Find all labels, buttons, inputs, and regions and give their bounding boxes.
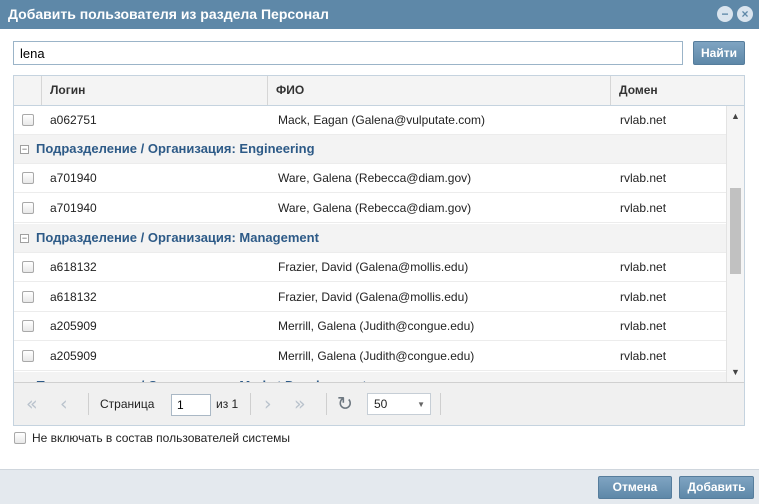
cell-domain: rvlab.net xyxy=(620,319,667,333)
cell-login: a618132 xyxy=(50,290,97,304)
group-label: Подразделение / Организация: Engineering xyxy=(36,141,315,156)
group-label: Подразделение / Организация: Market Deve… xyxy=(36,372,367,382)
exclude-checkbox-label[interactable]: Не включать в состав пользователей систе… xyxy=(32,431,290,445)
pagination-toolbar: « ‹ Страница из 1 › » ↻ 50 ▼ xyxy=(14,382,744,425)
prev-page-icon[interactable]: ‹ xyxy=(60,394,68,414)
cell-domain: rvlab.net xyxy=(620,201,667,215)
cell-domain: rvlab.net xyxy=(620,290,667,304)
group-label: Подразделение / Организация: Management xyxy=(36,230,319,245)
cell-fio: Frazier, David (Galena@mollis.edu) xyxy=(278,260,469,274)
dialog-titlebar: Добавить пользователя из раздела Персона… xyxy=(0,0,759,29)
cell-login: a205909 xyxy=(50,349,97,363)
group-row-engineering[interactable]: − Подразделение / Организация: Engineeri… xyxy=(14,135,726,164)
cell-fio: Ware, Galena (Rebecca@diam.gov) xyxy=(278,171,472,185)
separator xyxy=(440,393,441,415)
column-header-fio[interactable]: ФИО xyxy=(268,76,611,105)
find-button[interactable]: Найти xyxy=(693,41,745,65)
close-icon[interactable]: × xyxy=(737,6,753,22)
cell-domain: rvlab.net xyxy=(620,260,667,274)
cell-login: a701940 xyxy=(50,171,97,185)
row-checkbox[interactable] xyxy=(22,350,34,362)
cell-fio: Merrill, Galena (Judith@congue.edu) xyxy=(278,349,475,363)
row-checkbox[interactable] xyxy=(22,202,34,214)
table-row[interactable]: a062751 Mack, Eagan (Galena@vulputate.co… xyxy=(14,106,726,135)
row-checkbox[interactable] xyxy=(22,172,34,184)
chevron-down-icon: ▼ xyxy=(417,400,425,409)
search-input[interactable] xyxy=(13,41,683,65)
header-select-all[interactable] xyxy=(14,76,42,105)
page-size-select[interactable]: 50 ▼ xyxy=(367,393,431,415)
table-row[interactable]: a205909 Merrill, Galena (Judith@congue.e… xyxy=(14,312,726,341)
page-label: Страница xyxy=(100,397,155,411)
table-row[interactable]: a701940 Ware, Galena (Rebecca@diam.gov) … xyxy=(14,164,726,193)
scroll-up-icon[interactable]: ▲ xyxy=(727,109,744,123)
collapse-icon[interactable]: − xyxy=(20,145,29,154)
table-row[interactable]: a701940 Ware, Galena (Rebecca@diam.gov) … xyxy=(14,194,726,223)
cell-login: a205909 xyxy=(50,319,97,333)
cell-fio: Mack, Eagan (Galena@vulputate.com) xyxy=(278,113,485,127)
table-row[interactable]: a618132 Frazier, David (Galena@mollis.ed… xyxy=(14,283,726,312)
group-row-management[interactable]: − Подразделение / Организация: Managemen… xyxy=(14,224,726,253)
minimize-icon[interactable]: − xyxy=(717,6,733,22)
vertical-scrollbar[interactable]: ▲ ▼ xyxy=(726,106,744,382)
cell-fio: Frazier, David (Galena@mollis.edu) xyxy=(278,290,469,304)
cell-login: a618132 xyxy=(50,260,97,274)
separator xyxy=(250,393,251,415)
table-row[interactable]: a618132 Frazier, David (Galena@mollis.ed… xyxy=(14,253,726,282)
scroll-thumb[interactable] xyxy=(730,188,741,274)
collapse-icon[interactable]: − xyxy=(20,234,29,243)
scroll-down-icon[interactable]: ▼ xyxy=(727,365,744,379)
separator xyxy=(88,393,89,415)
page-count-label: из 1 xyxy=(216,397,239,411)
exclude-checkbox[interactable] xyxy=(14,432,26,444)
cell-fio: Ware, Galena (Rebecca@diam.gov) xyxy=(278,201,472,215)
column-header-domain[interactable]: Домен xyxy=(611,76,744,105)
row-checkbox[interactable] xyxy=(22,291,34,303)
separator xyxy=(326,393,327,415)
grid-body: a062751 Mack, Eagan (Galena@vulputate.co… xyxy=(14,106,726,382)
users-grid: Логин ФИО Домен a062751 Mack, Eagan (Gal… xyxy=(13,75,745,426)
page-number-input[interactable] xyxy=(171,394,211,416)
add-button[interactable]: Добавить xyxy=(679,476,754,499)
last-page-icon[interactable]: » xyxy=(294,394,306,414)
group-row-market-development[interactable]: − Подразделение / Организация: Market De… xyxy=(14,372,726,382)
cell-login: a062751 xyxy=(50,113,97,127)
cancel-button[interactable]: Отмена xyxy=(598,476,672,499)
row-checkbox[interactable] xyxy=(22,114,34,126)
column-header-login[interactable]: Логин xyxy=(42,76,268,105)
refresh-icon[interactable]: ↻ xyxy=(337,393,353,415)
row-checkbox[interactable] xyxy=(22,320,34,332)
next-page-icon[interactable]: › xyxy=(264,394,272,414)
table-row[interactable]: a205909 Merrill, Galena (Judith@congue.e… xyxy=(14,342,726,371)
dialog-footer: Отмена Добавить xyxy=(0,469,759,504)
cell-login: a701940 xyxy=(50,201,97,215)
cell-domain: rvlab.net xyxy=(620,349,667,363)
dialog-title: Добавить пользователя из раздела Персона… xyxy=(8,6,329,22)
page-size-value: 50 xyxy=(374,397,388,411)
grid-header: Логин ФИО Домен xyxy=(14,76,744,106)
cell-domain: rvlab.net xyxy=(620,171,667,185)
cell-fio: Merrill, Galena (Judith@congue.edu) xyxy=(278,319,475,333)
first-page-icon[interactable]: « xyxy=(26,394,38,414)
row-checkbox[interactable] xyxy=(22,261,34,273)
cell-domain: rvlab.net xyxy=(620,113,667,127)
